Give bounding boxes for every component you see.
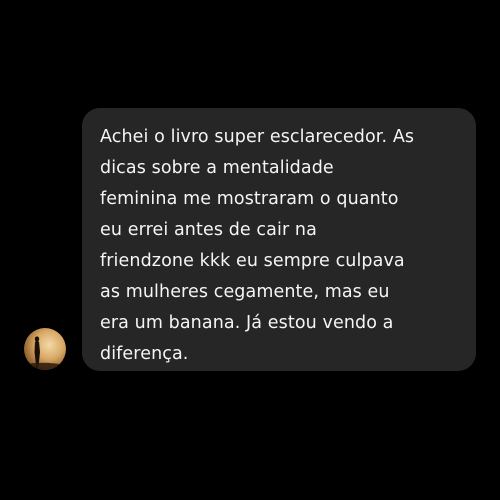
user-avatar-silhouette-sunset-icon <box>24 336 66 370</box>
chat-screen: Achei o livro super esclarecedor. As dic… <box>0 0 500 500</box>
message-text: Achei o livro super esclarecedor. As dic… <box>100 127 415 364</box>
sender-avatar[interactable] <box>24 328 66 370</box>
message-bubble[interactable]: Achei o livro super esclarecedor. As dic… <box>82 108 476 371</box>
incoming-message-row: Achei o livro super esclarecedor. As dic… <box>0 0 500 500</box>
